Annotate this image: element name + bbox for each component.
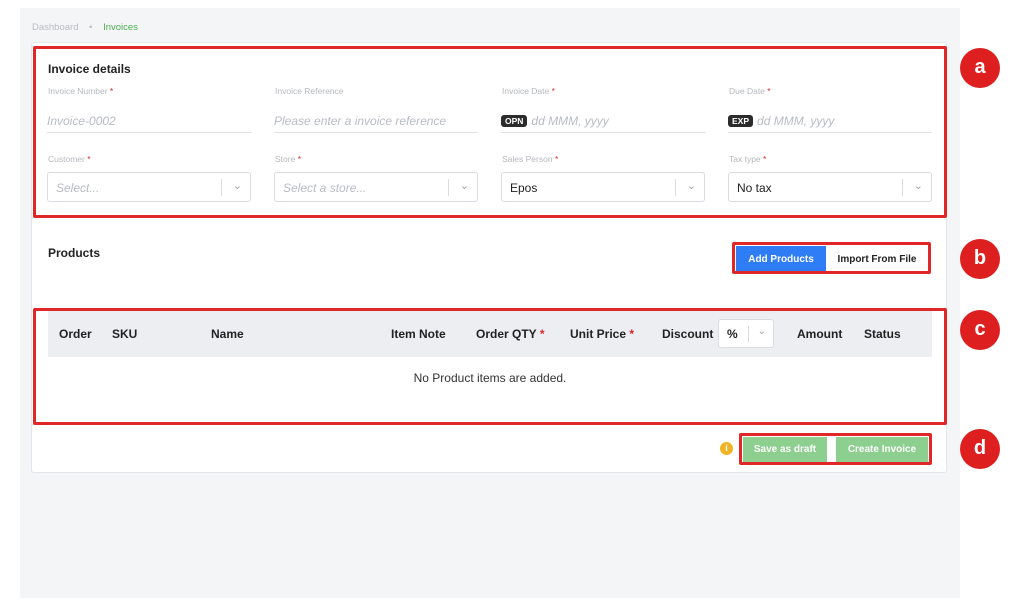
- breadcrumb-separator: •: [89, 22, 93, 33]
- highlight-box-b: [732, 242, 931, 274]
- marker-d: d: [960, 429, 1000, 469]
- highlight-box-c: [33, 308, 947, 425]
- breadcrumb: Dashboard • Invoices: [32, 22, 138, 33]
- highlight-box-d: [739, 433, 932, 465]
- marker-c: c: [960, 310, 1000, 350]
- marker-a: a: [960, 48, 1000, 88]
- products-title: Products: [48, 246, 101, 260]
- info-icon[interactable]: i: [720, 442, 733, 455]
- breadcrumb-invoices: Invoices: [103, 22, 138, 33]
- marker-b: b: [960, 239, 1000, 279]
- highlight-box-a: [33, 46, 947, 218]
- breadcrumb-dashboard[interactable]: Dashboard: [32, 22, 78, 33]
